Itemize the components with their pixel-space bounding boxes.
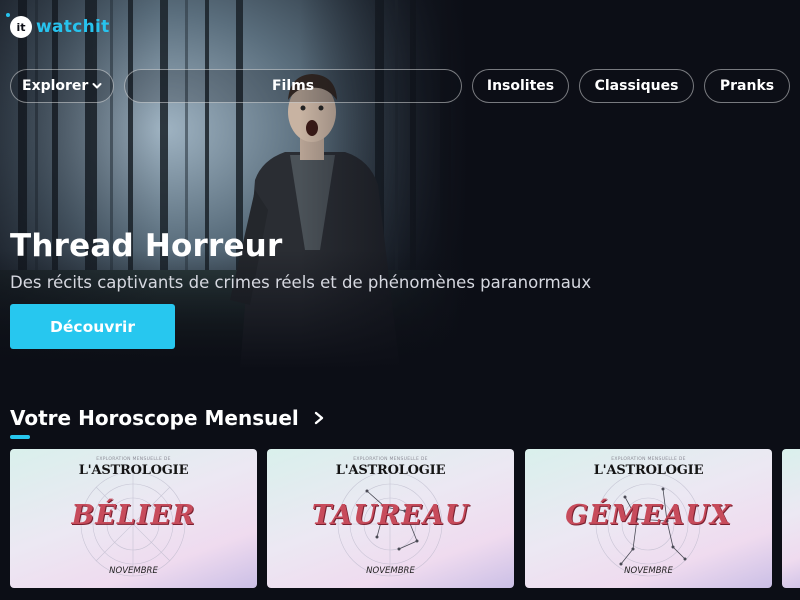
card-sign-title: BÉLIER — [71, 500, 196, 531]
card-kicker: EXPLORATION MENSUELLE DE — [611, 457, 686, 462]
nav-explorer-dropdown[interactable]: Explorer — [10, 69, 114, 103]
nav-explorer-label: Explorer — [22, 78, 89, 94]
card-brand: L'ASTROLOGIE — [335, 463, 446, 478]
nav-classiques[interactable]: Classiques — [579, 69, 694, 103]
card-month: NOVEMBRE — [624, 566, 673, 576]
discover-button[interactable]: Découvrir — [10, 304, 175, 349]
nav-classiques-label: Classiques — [594, 78, 679, 94]
card-sign-title: TAUREAU — [311, 500, 470, 531]
card-brand: L'ASTROLOGIE — [78, 463, 189, 478]
horoscope-card-taureau[interactable]: EXPLORATION MENSUELLE DE L'ASTROLOGIE TA… — [267, 449, 514, 588]
logo-mark: it — [6, 13, 32, 38]
chevron-down-icon — [92, 83, 102, 89]
hero-subtitle: Des récits captivants de crimes réels et… — [10, 273, 592, 292]
horoscope-card-partial[interactable] — [782, 449, 800, 588]
horoscope-card-belier[interactable]: EXPLORATION MENSUELLE DE L'ASTROLOGIE BÉ… — [10, 449, 257, 588]
nav-pranks-label: Pranks — [719, 78, 775, 94]
hero-title: Thread Horreur — [10, 228, 283, 264]
card-month: NOVEMBRE — [366, 566, 415, 576]
card-sign-title: GÉMEAUX — [565, 500, 732, 531]
nav-films-label: Films — [271, 78, 315, 94]
section-header[interactable]: Votre Horoscope Mensuel — [10, 406, 325, 430]
card-month: NOVEMBRE — [109, 566, 158, 576]
logo-text: watchit — [36, 17, 110, 37]
watchit-logo[interactable]: it watchit — [6, 13, 110, 38]
section-title: Votre Horoscope Mensuel — [10, 406, 299, 430]
category-nav: Explorer Films Insolites Classiques Pran… — [0, 69, 800, 103]
nav-films[interactable]: Films — [124, 69, 462, 103]
nav-insolites-label: Insolites — [486, 78, 555, 94]
card-kicker: EXPLORATION MENSUELLE DE — [353, 457, 428, 462]
horoscope-card-gemeaux[interactable]: EXPLORATION MENSUELLE DE L'ASTROLOGIE GÉ… — [525, 449, 772, 588]
chevron-right-icon — [314, 411, 323, 425]
section-underline — [10, 435, 30, 439]
card-kicker: EXPLORATION MENSUELLE DE — [96, 457, 171, 462]
nav-insolites[interactable]: Insolites — [472, 69, 569, 103]
nav-pranks[interactable]: Pranks — [704, 69, 790, 103]
card-brand: L'ASTROLOGIE — [593, 463, 704, 478]
